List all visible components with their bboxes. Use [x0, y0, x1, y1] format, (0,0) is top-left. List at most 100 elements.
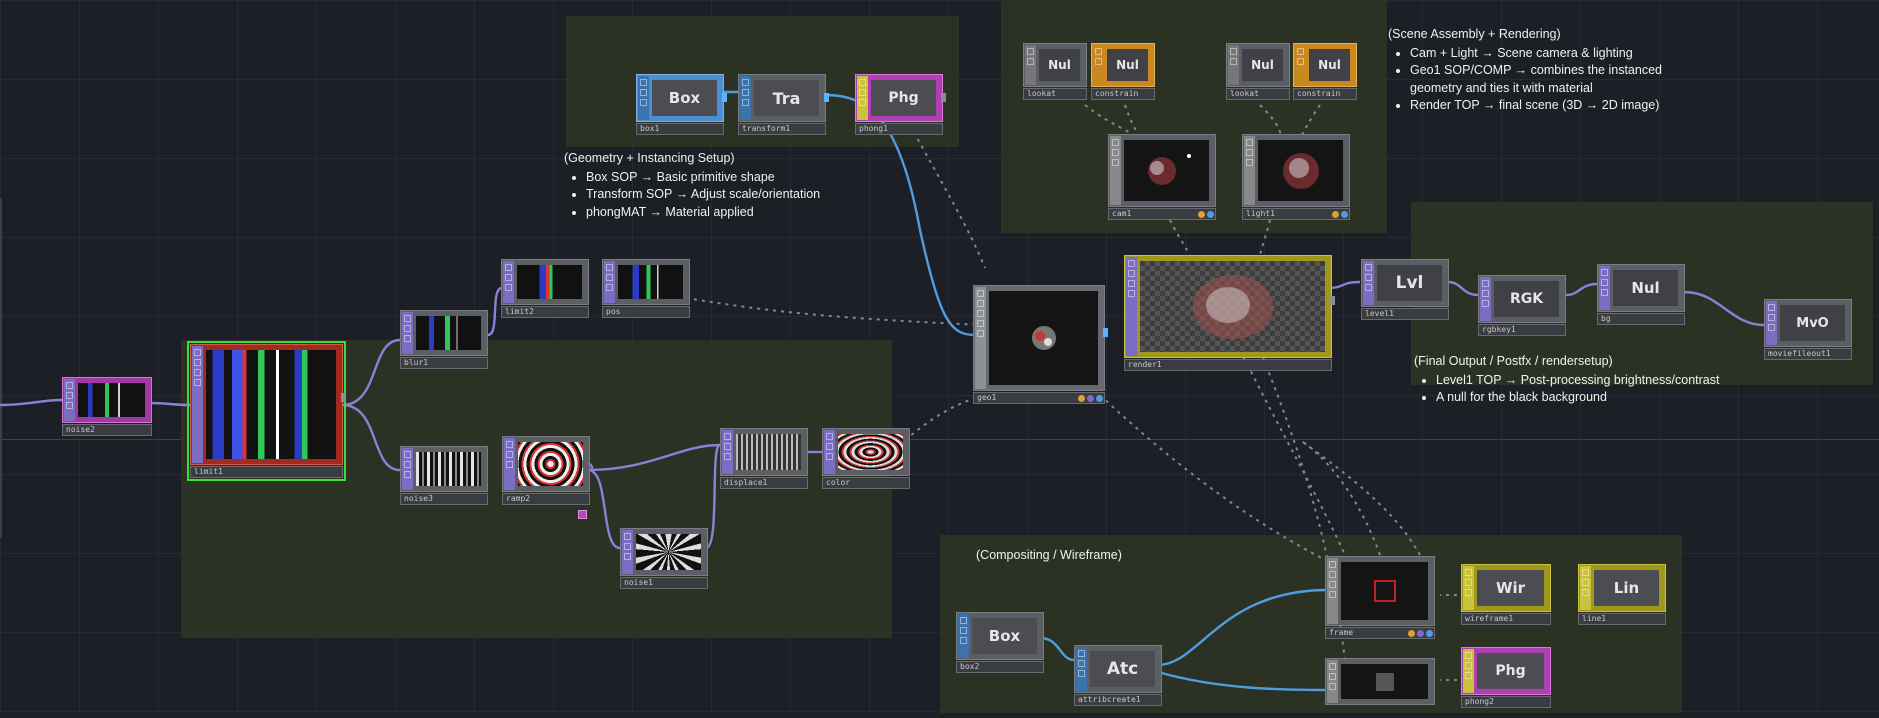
wire[interactable] [1299, 439, 1381, 556]
box-icon: Box [652, 80, 717, 116]
node-noise1[interactable]: noise1 [620, 528, 708, 589]
solid-square [1375, 672, 1394, 691]
node-frame[interactable]: frame [1325, 556, 1435, 639]
wire[interactable] [1239, 349, 1346, 556]
light-preview-image [1282, 152, 1319, 189]
level-icon: Lvl [1377, 265, 1442, 301]
node-label: phong1 [855, 123, 943, 135]
node-label: moviefileout1 [1764, 348, 1852, 360]
dat-marker[interactable] [578, 510, 587, 519]
node-label: noise3 [400, 493, 488, 505]
wire[interactable] [341, 338, 401, 407]
node-render1[interactable]: render1 [1124, 255, 1335, 371]
geo-preview-image [1031, 326, 1056, 350]
wire[interactable] [587, 468, 621, 550]
node-cam1[interactable]: cam1 [1108, 134, 1216, 220]
node-label: lookat [1023, 88, 1087, 100]
wire[interactable] [1299, 439, 1421, 556]
wire[interactable] [149, 401, 191, 407]
node-label: noise2 [62, 424, 152, 436]
pos-preview [618, 265, 683, 299]
movieout-icon: MvO [1780, 305, 1845, 341]
node-box1[interactable]: Box box1 [636, 74, 727, 135]
wire[interactable] [1683, 290, 1765, 327]
wire[interactable] [1157, 588, 1329, 667]
null-icon: Nul [1107, 49, 1148, 81]
rgbkey-icon: RGK [1494, 281, 1559, 317]
node-level1[interactable]: Lvl level1 [1361, 259, 1449, 320]
ramp-preview [518, 442, 583, 486]
node-box2[interactable]: Box box2 [956, 612, 1044, 673]
solid-preview [1341, 664, 1428, 699]
node-limit2[interactable]: limit2 [501, 259, 589, 318]
node-label: constrain [1091, 88, 1155, 100]
null-icon: Nul [1242, 49, 1283, 81]
node-ramp2[interactable]: ramp2 [502, 436, 590, 505]
null-icon: Nul [1613, 270, 1678, 306]
node-bg[interactable]: Nul bg [1597, 264, 1685, 325]
wire[interactable] [1447, 280, 1479, 297]
node-label: limit1 [190, 466, 343, 478]
node-solid[interactable] [1325, 658, 1435, 718]
limit-preview [517, 265, 582, 299]
wire[interactable] [587, 443, 721, 472]
wire[interactable] [1169, 219, 1191, 257]
node-line1[interactable]: Lin line1 [1578, 564, 1666, 625]
render-preview [1140, 261, 1325, 352]
render-preview-image [1192, 274, 1273, 339]
phong-icon: Phg [1477, 653, 1544, 689]
node-transform1[interactable]: Tra transform1 [738, 74, 829, 135]
wire[interactable] [341, 403, 401, 472]
wire[interactable] [0, 398, 63, 407]
node-noise2[interactable]: noise2 [62, 377, 152, 436]
node-label: pos [602, 306, 690, 318]
node-geo1[interactable]: geo1 [973, 285, 1108, 404]
frame-square [1373, 580, 1396, 602]
node-color[interactable]: color [822, 428, 910, 489]
node-constrain1[interactable]: Nul constrain [1091, 43, 1155, 100]
camera-preview [1124, 140, 1209, 201]
node-label: box1 [636, 123, 724, 135]
wire[interactable] [1157, 670, 1329, 692]
node-light1[interactable]: light1 [1242, 134, 1350, 220]
wire[interactable] [705, 443, 722, 550]
node-label: ramp2 [502, 493, 590, 505]
node-label: blur1 [400, 357, 488, 369]
node-label: displace1 [720, 477, 808, 489]
node-moviefileout1[interactable]: MvO moviefileout1 [1764, 299, 1852, 360]
node-displace1[interactable]: displace1 [720, 428, 808, 489]
node-blur1[interactable]: blur1 [400, 310, 488, 369]
node-phong1[interactable]: Phg phong1 [855, 74, 946, 135]
node-limit1[interactable]: limit1 [187, 341, 346, 481]
node-label: line1 [1578, 613, 1666, 625]
node-label: wireframe1 [1461, 613, 1551, 625]
node-noise3[interactable]: noise3 [400, 446, 488, 505]
node-lookat1[interactable]: Nul lookat [1023, 43, 1087, 100]
wire[interactable] [1565, 282, 1598, 297]
wire[interactable] [1039, 636, 1075, 662]
noise-preview [416, 452, 481, 486]
color-preview [838, 434, 903, 470]
node-label: level1 [1361, 308, 1449, 320]
frame-preview [1341, 562, 1428, 620]
wire[interactable] [1259, 219, 1271, 257]
node-label: color [822, 477, 910, 489]
wire[interactable] [1327, 280, 1361, 290]
node-lookat2[interactable]: Nul lookat [1226, 43, 1290, 100]
wire[interactable] [487, 286, 503, 337]
node-label: bg [1597, 313, 1685, 325]
wire[interactable] [909, 124, 986, 269]
node-wireframe1[interactable]: Wir wireframe1 [1461, 564, 1551, 625]
node-rgbkey1[interactable]: RGK rgbkey1 [1478, 275, 1566, 336]
null-icon: Nul [1039, 49, 1080, 81]
node-attribcreate1[interactable]: Atc attribcreate1 [1074, 645, 1162, 706]
node-label: phong2 [1461, 696, 1551, 708]
node-pos[interactable]: pos [602, 259, 690, 318]
node-phong2[interactable]: Phg phong2 [1461, 647, 1551, 708]
wire[interactable] [1099, 394, 1326, 561]
node-label: limit2 [501, 306, 589, 318]
line-icon: Lin [1594, 570, 1659, 606]
node-label: attribcreate1 [1074, 694, 1162, 706]
limit-preview [206, 350, 336, 459]
node-constrain2[interactable]: Nul constrain [1293, 43, 1357, 100]
